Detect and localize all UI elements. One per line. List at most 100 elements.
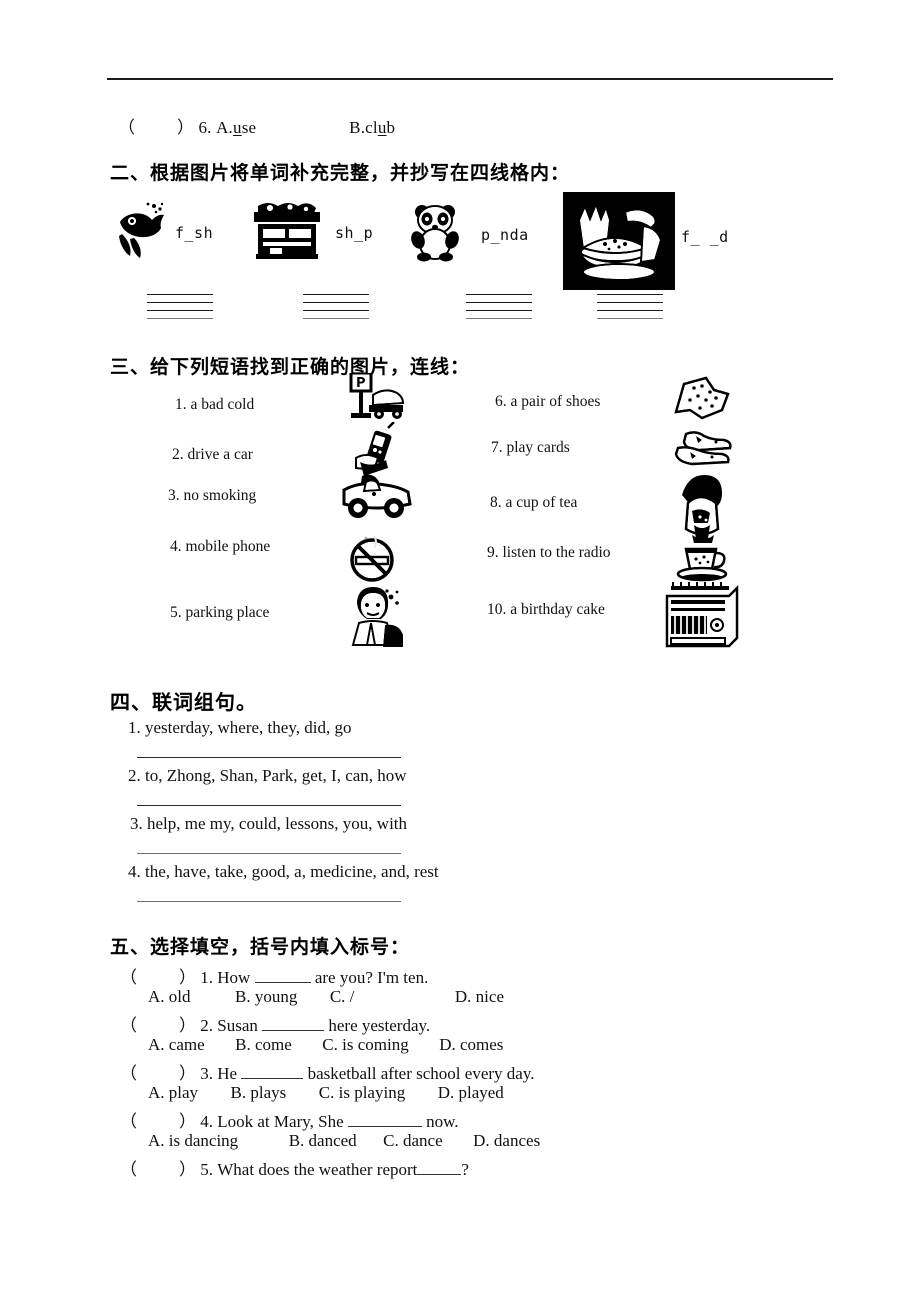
section-four-heading: 四、联词组句。 (110, 690, 257, 714)
match-right-phrase-9[interactable]: 9. listen to the radio (487, 544, 611, 562)
parking-sign-picture[interactable]: P (343, 373, 405, 423)
q4-options: A. is dancing B. danced C. dance D. danc… (148, 1131, 540, 1151)
section-five-question-5: （ ） 5. What does the weather report? (120, 1155, 469, 1180)
answer-paren-open: （ (118, 118, 135, 137)
writing-grid-3[interactable] (466, 294, 532, 320)
option-b-underlined: u (377, 118, 387, 137)
section-five-question-4: （ ） 4. Look at Mary, She now. (120, 1107, 459, 1132)
q5-number: 5. (200, 1160, 213, 1179)
q4-number: 4. (200, 1112, 213, 1131)
item-number: 6. (198, 118, 212, 137)
q2-option-d[interactable]: D. comes (439, 1035, 503, 1054)
fish-picture (110, 200, 170, 262)
writing-grid-1[interactable] (147, 294, 213, 320)
q3-number: 3. (200, 1064, 213, 1083)
q4-option-d[interactable]: D. dances (473, 1131, 540, 1150)
match-left-phrase-5[interactable]: 5. parking place (170, 604, 269, 622)
match-left-phrase-4[interactable]: 4. mobile phone (170, 538, 270, 556)
q5-text-before: What does the weather report (217, 1160, 418, 1179)
option-b-label: B. (349, 118, 366, 137)
section-two-word-2: sh_p (335, 224, 374, 242)
q2-option-b[interactable]: B. come (235, 1035, 292, 1054)
q4-paren-open: （ (120, 1112, 137, 1131)
match-left-phrase-1[interactable]: 1. a bad cold (175, 396, 254, 414)
q3-text-before: He (217, 1064, 238, 1083)
q1-blank[interactable] (254, 982, 311, 983)
answer-line-2[interactable] (137, 805, 401, 806)
header-divider (107, 78, 833, 80)
section-five-heading: 五、选择填空，括号内填入标号： (110, 936, 411, 958)
q2-paren-open: （ (120, 1016, 137, 1035)
match-right-phrase-8[interactable]: 8. a cup of tea (490, 494, 577, 512)
match-right-phrase-6[interactable]: 6. a pair of shoes (495, 393, 600, 411)
q3-option-c[interactable]: C. is playing (319, 1083, 405, 1102)
worksheet-page: （） 6. A.use B.club 二、根据图片将单词补充完整，并抄写在四线格… (0, 0, 920, 1302)
match-right-phrase-10[interactable]: 10. a birthday cake (487, 601, 605, 619)
shoes-picture[interactable] (672, 430, 734, 466)
radio-picture[interactable] (663, 580, 739, 652)
playing-cards-picture[interactable] (672, 376, 732, 422)
q3-options: A. play B. plays C. is playing D. played (148, 1083, 504, 1103)
section-four-item-1: 1. yesterday, where, they, did, go (128, 718, 352, 737)
section-two-word-1: f_sh (175, 224, 214, 242)
q4-paren-close: ） (179, 1112, 196, 1131)
answer-line-4[interactable] (137, 901, 401, 902)
option-a-post: se (241, 118, 257, 137)
option-a-label: A. (216, 118, 233, 137)
section-four-item-4: 4. the, have, take, good, a, medicine, a… (128, 862, 439, 881)
section-two-heading: 二、根据图片将单词补充完整，并抄写在四线格内： (110, 162, 571, 184)
q4-option-b[interactable]: B. danced (289, 1131, 357, 1150)
q4-text-after: now. (426, 1112, 459, 1131)
car-picture[interactable] (340, 474, 412, 520)
q3-option-a[interactable]: A. play (148, 1083, 198, 1102)
q4-text-before: Look at Mary, She (217, 1112, 344, 1131)
option-b-post: b (386, 118, 396, 137)
birthday-cake-picture[interactable] (674, 473, 730, 545)
section-four-item-3: 3. help, me my, could, lessons, you, wit… (130, 814, 408, 833)
mobile-phone-picture[interactable] (348, 422, 404, 480)
q2-option-c[interactable]: C. is coming (322, 1035, 408, 1054)
q1-text-after: are you? I'm ten. (314, 968, 429, 987)
option-a-underlined: u (233, 118, 242, 137)
section-three-heading: 三、给下列短语找到正确的图片，连线： (110, 356, 471, 378)
teacup-picture[interactable] (674, 541, 732, 585)
section-five-question-1: （ ） 1. How are you? I'm ten. (120, 963, 428, 988)
q2-option-a[interactable]: A. came (148, 1035, 205, 1054)
q3-option-d[interactable]: D. played (438, 1083, 504, 1102)
q1-option-d[interactable]: D. nice (455, 987, 504, 1006)
answer-line-1[interactable] (137, 757, 401, 758)
section-two-word-4: f_ _d (681, 228, 729, 246)
section-five-question-2: （ ） 2. Susan here yesterday. (120, 1011, 430, 1036)
sick-person-picture[interactable] (345, 585, 405, 647)
section-four-item-2: 2. to, Zhong, Shan, Park, get, I, can, h… (128, 766, 407, 785)
q2-blank[interactable] (262, 1030, 325, 1031)
food-picture (563, 192, 675, 290)
q3-paren-open: （ (120, 1064, 137, 1083)
q1-option-c[interactable]: C. / (330, 987, 355, 1006)
writing-grid-2[interactable] (303, 294, 369, 320)
q3-blank[interactable] (241, 1078, 304, 1079)
match-left-phrase-2[interactable]: 2. drive a car (172, 446, 253, 464)
q4-option-a[interactable]: A. is dancing (148, 1131, 238, 1150)
q5-blank[interactable] (417, 1174, 462, 1175)
section-one-item-6: （） 6. A.use B.club (118, 113, 395, 138)
match-right-phrase-7[interactable]: 7. play cards (491, 439, 570, 457)
q4-option-c[interactable]: C. dance (383, 1131, 442, 1150)
writing-grid-4[interactable] (597, 294, 663, 320)
answer-line-3[interactable] (137, 853, 401, 854)
q5-text-after: ? (461, 1160, 469, 1179)
q2-text-after: here yesterday. (328, 1016, 431, 1035)
q4-blank[interactable] (347, 1126, 422, 1127)
q1-paren-close: ） (179, 968, 196, 987)
no-smoking-picture[interactable] (344, 528, 400, 584)
q1-paren-open: （ (120, 968, 137, 987)
q3-option-b[interactable]: B. plays (231, 1083, 287, 1102)
match-left-phrase-3[interactable]: 3. no smoking (168, 487, 256, 505)
shop-picture (250, 198, 324, 262)
q5-paren-close: ） (179, 1160, 196, 1179)
q2-options: A. came B. come C. is coming D. comes (148, 1035, 503, 1055)
q3-paren-close: ） (179, 1064, 196, 1083)
svg-text:P: P (356, 376, 366, 391)
q1-option-b[interactable]: B. young (235, 987, 297, 1006)
q1-option-a[interactable]: A. old (148, 987, 191, 1006)
